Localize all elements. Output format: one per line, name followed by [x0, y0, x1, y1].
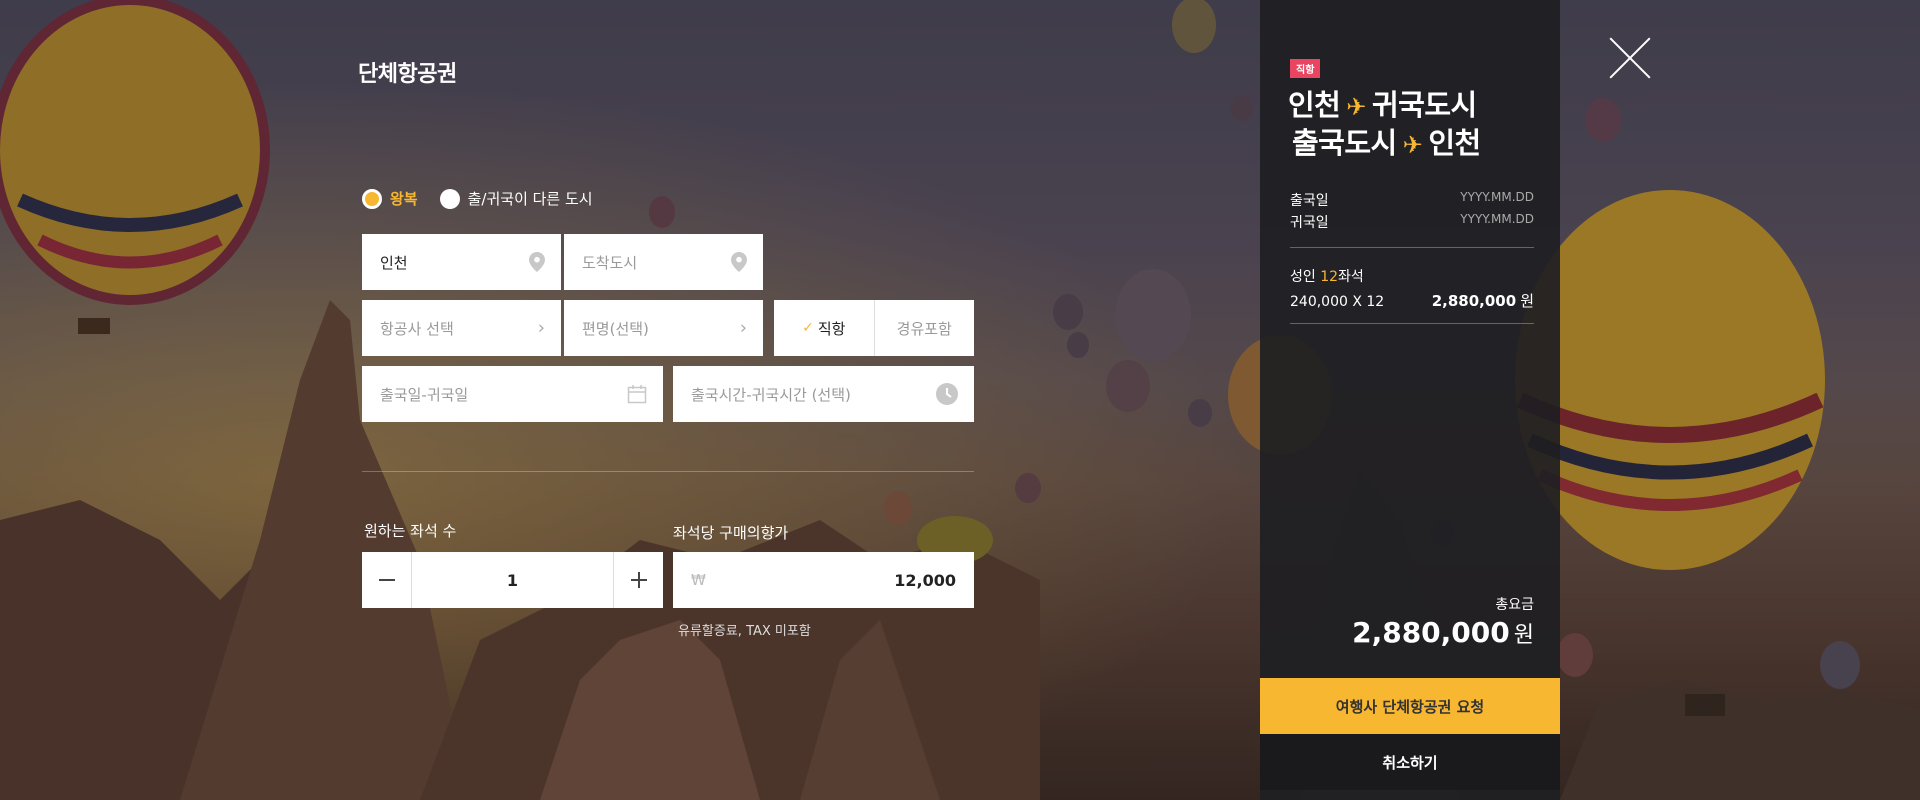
- different-city-radio[interactable]: 출/귀국이 다른 도시: [439, 188, 593, 209]
- location-pin-icon: [731, 252, 747, 272]
- direct-label: 직항: [817, 319, 846, 338]
- cancel-button[interactable]: 취소하기: [1260, 734, 1560, 790]
- departure-date-row: 출국일 YYYY.MM.DD: [1290, 190, 1534, 210]
- travel-dates-field[interactable]: 출국일-귀국일: [362, 366, 663, 422]
- departure-date-label: 출국일: [1290, 193, 1329, 209]
- connecting-label: 경유포함: [896, 319, 952, 338]
- subtotal: 2,880,000: [1431, 292, 1517, 310]
- seat-count-stepper: 1: [362, 552, 663, 608]
- checkmark-icon: ✓: [802, 320, 814, 336]
- price-note: 유류할증료, TAX 미포함: [678, 624, 811, 639]
- departure-city-field[interactable]: 인천: [362, 234, 561, 290]
- trip-type-options: 왕복 출/귀국이 다른 도시: [362, 188, 593, 209]
- connecting-option[interactable]: 경유포함: [875, 300, 975, 356]
- subtotal-won: 원: [1520, 292, 1534, 310]
- travel-times-field[interactable]: 출국시간-귀국시간 (선택): [673, 366, 974, 422]
- request-group-ticket-button[interactable]: 여행사 단체항공권 요청: [1260, 678, 1560, 734]
- location-pin-icon: [529, 252, 545, 272]
- flight-number-select[interactable]: 편명(선택) ›: [564, 300, 763, 356]
- seat-count-value[interactable]: 1: [412, 552, 613, 608]
- departure-city-value: 인천: [380, 253, 408, 272]
- minus-icon: [378, 579, 395, 581]
- times-placeholder: 출국시간-귀국시간 (선택): [691, 385, 851, 404]
- total-amount: 2,880,000: [1352, 616, 1510, 649]
- price-label: 좌석당 구매의향가: [673, 524, 789, 542]
- airline-placeholder: 항공사 선택: [380, 319, 454, 338]
- arrival-city-field[interactable]: 도착도시: [564, 234, 763, 290]
- seat-summary: 성인 12좌석: [1290, 266, 1364, 286]
- airline-select[interactable]: 항공사 선택 ›: [362, 300, 561, 356]
- dates-placeholder: 출국일-귀국일: [380, 385, 469, 404]
- close-icon[interactable]: [1608, 36, 1652, 80]
- price-per-seat-input[interactable]: ₩ 12,000: [673, 552, 974, 608]
- return-date-row: 귀국일 YYYY.MM.DD: [1290, 212, 1534, 232]
- direct-option[interactable]: ✓ 직항: [774, 300, 875, 356]
- flight-placeholder: 편명(선택): [582, 319, 649, 338]
- total-amount-row: 2,880,000 원: [1352, 616, 1534, 649]
- departure-date-value: YYYY.MM.DD: [1460, 190, 1534, 204]
- route-return-to: 인천: [1428, 126, 1481, 160]
- summary-divider: [1290, 323, 1534, 324]
- seats-label: 원하는 좌석 수: [364, 522, 457, 540]
- airplane-icon: ✈: [1402, 131, 1423, 159]
- airplane-icon: ✈: [1346, 93, 1366, 121]
- decrement-button[interactable]: [362, 552, 412, 608]
- radio-unchecked-icon: [439, 188, 460, 209]
- direct-badge: 직항: [1290, 59, 1321, 78]
- round-trip-radio[interactable]: 왕복: [362, 188, 418, 209]
- different-city-label: 출/귀국이 다른 도시: [467, 190, 593, 208]
- increment-button[interactable]: [613, 552, 663, 608]
- total-label: 총요금: [1495, 597, 1534, 613]
- total-won: 원: [1513, 623, 1534, 648]
- route-return-from: 출국도시: [1292, 126, 1397, 160]
- radio-checked-icon: [362, 188, 382, 209]
- route-return: 출국도시 ✈ 인천: [1292, 120, 1481, 162]
- round-trip-label: 왕복: [390, 190, 418, 208]
- price-breakdown: 240,000 X 12 2,880,000 원: [1290, 290, 1534, 311]
- seat-prefix: 성인: [1290, 269, 1321, 285]
- price-value: 12,000: [894, 570, 956, 590]
- plus-icon: [630, 572, 647, 588]
- route-outbound-from: 인천: [1288, 88, 1341, 122]
- unit-calc: 240,000 X 12: [1290, 294, 1385, 310]
- summary-panel: 직항 인천 ✈ 귀국도시 출국도시 ✈ 인천 출국일 YYYY.MM.DD 귀국일 YY…: [1260, 0, 1560, 800]
- route-outbound-to: 귀국도시: [1371, 88, 1477, 122]
- return-date-label: 귀국일: [1290, 215, 1329, 231]
- route-outbound: 인천 ✈ 귀국도시: [1288, 82, 1477, 124]
- route-type-toggle: ✓ 직항 경유포함: [774, 300, 974, 356]
- won-symbol: ₩: [691, 571, 706, 589]
- section-divider: [362, 471, 974, 472]
- page-title: 단체항공권: [358, 62, 457, 87]
- chevron-right-icon: ›: [537, 317, 545, 339]
- seat-suffix: 좌석: [1338, 269, 1364, 285]
- summary-divider: [1290, 247, 1534, 248]
- return-date-value: YYYY.MM.DD: [1460, 212, 1534, 226]
- calendar-icon: [627, 384, 647, 404]
- arrival-city-placeholder: 도착도시: [582, 253, 638, 272]
- seat-count: 12: [1320, 269, 1339, 285]
- chevron-right-icon: ›: [739, 317, 747, 339]
- clock-icon: [936, 383, 958, 405]
